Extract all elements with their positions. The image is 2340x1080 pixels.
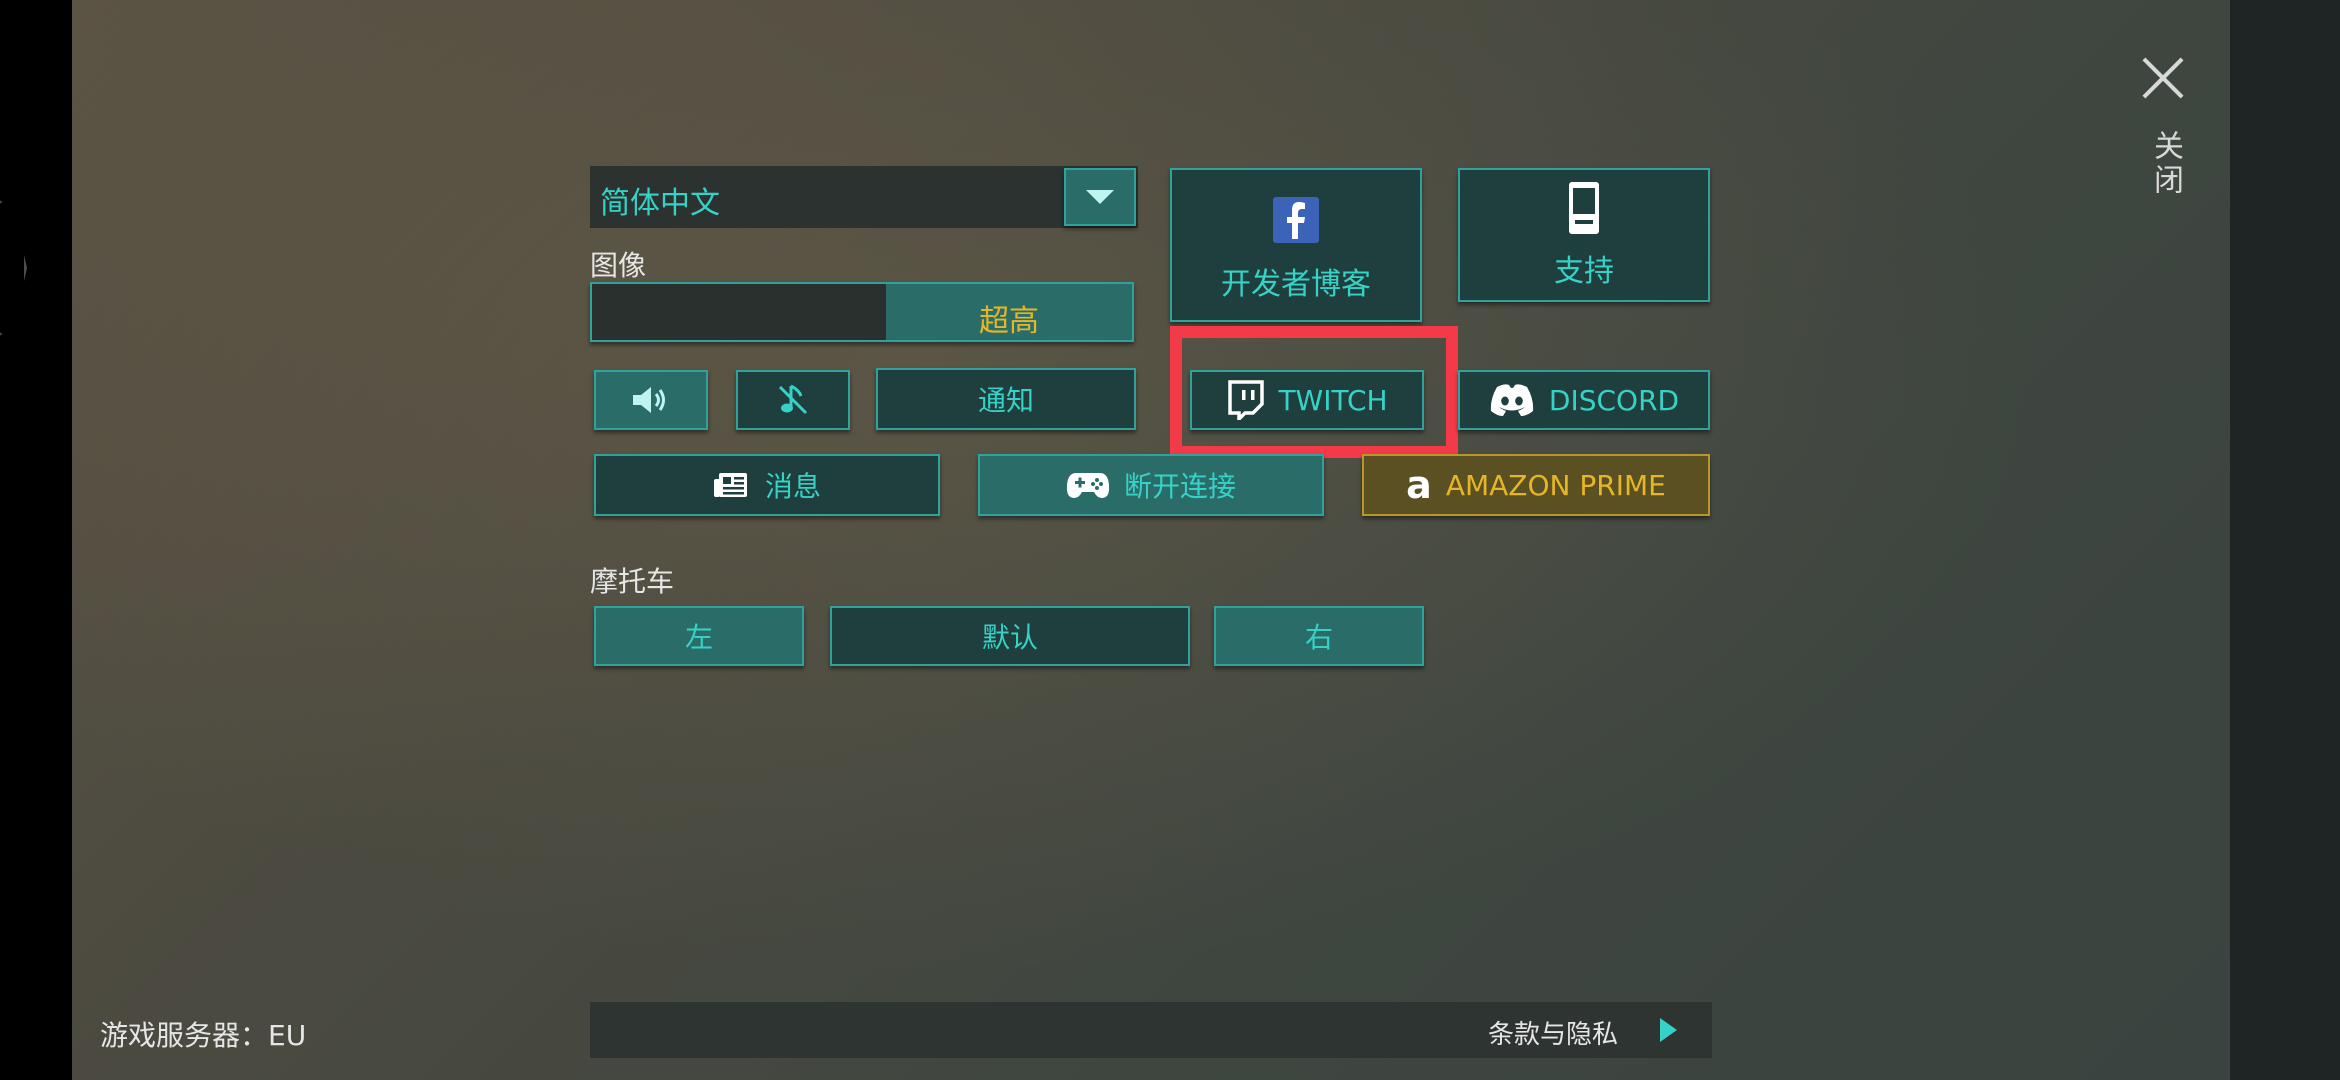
notifications-button[interactable]: 通知 xyxy=(876,368,1136,430)
amazon-prime-button[interactable]: a AMAZON PRIME xyxy=(1362,454,1710,516)
disconnect-button[interactable]: 断开连接 xyxy=(978,454,1324,516)
sound-toggle-button[interactable] xyxy=(594,370,708,430)
newspaper-icon xyxy=(713,473,747,497)
support-phone-icon xyxy=(1569,182,1599,234)
disconnect-label: 断开连接 xyxy=(1123,470,1236,503)
support-button[interactable]: 支持 xyxy=(1458,168,1710,302)
gamepad-icon xyxy=(1066,473,1110,498)
device-edge xyxy=(0,200,27,336)
speaker-icon xyxy=(633,387,665,413)
close-icon[interactable] xyxy=(2140,55,2186,101)
close-label[interactable]: 关闭 xyxy=(2143,130,2187,198)
music-off-icon xyxy=(778,384,808,415)
terms-label: 条款与隐私 xyxy=(1487,1020,1618,1050)
discord-icon xyxy=(1490,384,1534,416)
graphics-slider[interactable]: 超高 xyxy=(590,282,1134,342)
game-settings-screen xyxy=(72,0,2230,1080)
amazon-icon: a xyxy=(1406,463,1432,507)
dev-blog-label: 开发者博客 xyxy=(1221,267,1371,302)
play-arrow-icon xyxy=(1660,1018,1677,1042)
terms-bar[interactable]: 条款与隐私 xyxy=(590,1002,1712,1058)
motorcycle-right-button[interactable]: 右 xyxy=(1214,606,1424,666)
chevron-down-icon[interactable] xyxy=(1064,168,1136,226)
news-button[interactable]: 消息 xyxy=(594,454,940,516)
discord-button[interactable]: DISCORD xyxy=(1458,370,1710,430)
dev-blog-button[interactable]: 开发者博客 xyxy=(1170,168,1422,322)
graphics-label: 图像 xyxy=(590,249,647,282)
music-toggle-button[interactable] xyxy=(736,370,850,430)
graphics-level-value: 超高 xyxy=(979,304,1039,339)
right-panel xyxy=(2230,0,2340,1080)
highlight-box xyxy=(1170,326,1458,458)
motorcycle-default-button[interactable]: 默认 xyxy=(830,606,1190,666)
server-info: 游戏服务器：EU xyxy=(100,1019,307,1052)
support-label: 支持 xyxy=(1554,254,1614,289)
discord-label: DISCORD xyxy=(1548,383,1680,417)
motorcycle-label: 摩托车 xyxy=(590,565,675,598)
news-label: 消息 xyxy=(764,470,821,503)
motorcycle-left-button[interactable]: 左 xyxy=(594,606,804,666)
facebook-icon xyxy=(1273,197,1319,243)
language-select[interactable]: 简体中文 xyxy=(590,166,1138,228)
amazon-prime-label: AMAZON PRIME xyxy=(1445,468,1666,502)
language-value: 简体中文 xyxy=(600,186,720,221)
